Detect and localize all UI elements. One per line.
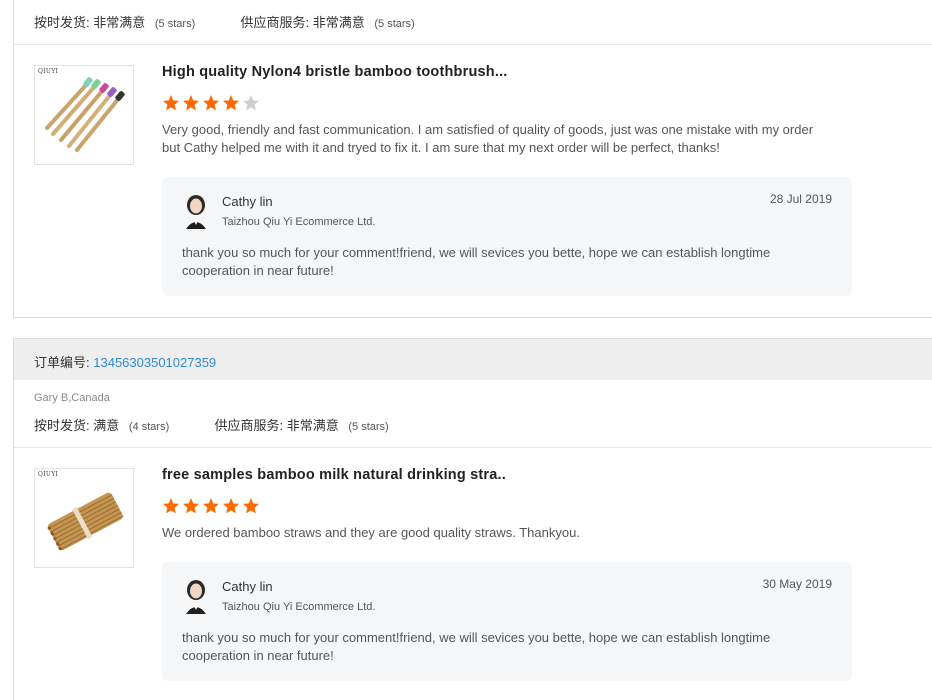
review-card: Gary B,Canada 按时发货: 满意 (4 stars) 供应商服务: … bbox=[13, 380, 932, 700]
star-filled-icon bbox=[243, 498, 259, 514]
star-filled-icon bbox=[183, 95, 199, 111]
thumbnail-logo: QIUYI bbox=[38, 68, 59, 75]
delivery-label: 按时发货: bbox=[34, 418, 90, 433]
delivery-value: 非常满意 bbox=[93, 15, 146, 30]
product-thumbnail[interactable]: QIUYI bbox=[34, 468, 134, 568]
product-title[interactable]: High quality Nylon4 bristle bamboo tooth… bbox=[162, 64, 508, 80]
star-rating bbox=[162, 94, 260, 112]
divider bbox=[14, 44, 932, 45]
reply-company: Taizhou Qiu Yi Ecommerce Ltd. bbox=[222, 601, 376, 613]
star-filled-icon bbox=[223, 95, 239, 111]
service-label: 供应商服务: bbox=[214, 418, 284, 433]
star-rating bbox=[162, 497, 260, 515]
reply-author-name: Cathy lin bbox=[222, 194, 273, 209]
service-label: 供应商服务: bbox=[240, 15, 310, 30]
star-filled-icon bbox=[163, 95, 179, 111]
bamboo-straws-image bbox=[47, 492, 124, 551]
reply-author-name: Cathy lin bbox=[222, 579, 273, 594]
star-filled-icon bbox=[163, 498, 179, 514]
review-card: 按时发货: 非常满意 (5 stars) 供应商服务: 非常满意 (5 star… bbox=[13, 0, 932, 318]
delivery-stars-text: (5 stars) bbox=[154, 18, 196, 30]
delivery-label: 按时发货: bbox=[34, 15, 90, 30]
service-value: 非常满意 bbox=[312, 15, 365, 30]
star-empty-icon bbox=[243, 95, 259, 111]
avatar bbox=[186, 195, 206, 229]
star-filled-icon bbox=[203, 498, 219, 514]
service-stars-text: (5 stars) bbox=[374, 18, 415, 30]
toothbrush-image bbox=[45, 77, 125, 152]
reply-company: Taizhou Qiu Yi Ecommerce Ltd. bbox=[222, 216, 376, 228]
star-filled-icon bbox=[223, 498, 239, 514]
star-filled-icon bbox=[203, 95, 219, 111]
reply-text: thank you so much for your comment!frien… bbox=[182, 630, 771, 663]
service-stars-text: (5 stars) bbox=[348, 421, 389, 433]
service-value: 非常满意 bbox=[286, 418, 339, 433]
reply-text: thank you so much for your comment!frien… bbox=[182, 245, 771, 278]
reply-date: 30 May 2019 bbox=[762, 577, 832, 591]
reply-date: 28 Jul 2019 bbox=[769, 192, 832, 206]
order-header: 订单编号: 13456303501027359 bbox=[13, 338, 932, 380]
delivery-stars-text: (4 stars) bbox=[128, 421, 170, 433]
delivery-value: 满意 bbox=[93, 418, 120, 433]
thumbnail-logo: QIUYI bbox=[38, 471, 59, 478]
star-filled-icon bbox=[183, 498, 199, 514]
supplier-reply: Cathy lin Taizhou Qiu Yi Ecommerce Ltd. … bbox=[162, 177, 852, 296]
order-label: 订单编号: bbox=[34, 355, 90, 370]
product-thumbnail[interactable]: QIUYI bbox=[34, 65, 134, 165]
product-title[interactable]: free samples bamboo milk natural drinkin… bbox=[162, 467, 506, 483]
ratings-row: 按时发货: 满意 (4 stars) 供应商服务: 非常满意 (5 stars) bbox=[34, 415, 389, 434]
ratings-row: 按时发货: 非常满意 (5 stars) 供应商服务: 非常满意 (5 star… bbox=[34, 12, 415, 31]
order-number-link[interactable]: 13456303501027359 bbox=[93, 355, 216, 370]
supplier-reply: Cathy lin Taizhou Qiu Yi Ecommerce Ltd. … bbox=[162, 562, 852, 681]
review-text: Very good, friendly and fast communicati… bbox=[162, 122, 814, 155]
avatar bbox=[186, 580, 206, 614]
buyer-name: Gary B,Canada bbox=[34, 392, 110, 404]
divider bbox=[14, 447, 932, 448]
review-text: We ordered bamboo straws and they are go… bbox=[162, 525, 580, 540]
